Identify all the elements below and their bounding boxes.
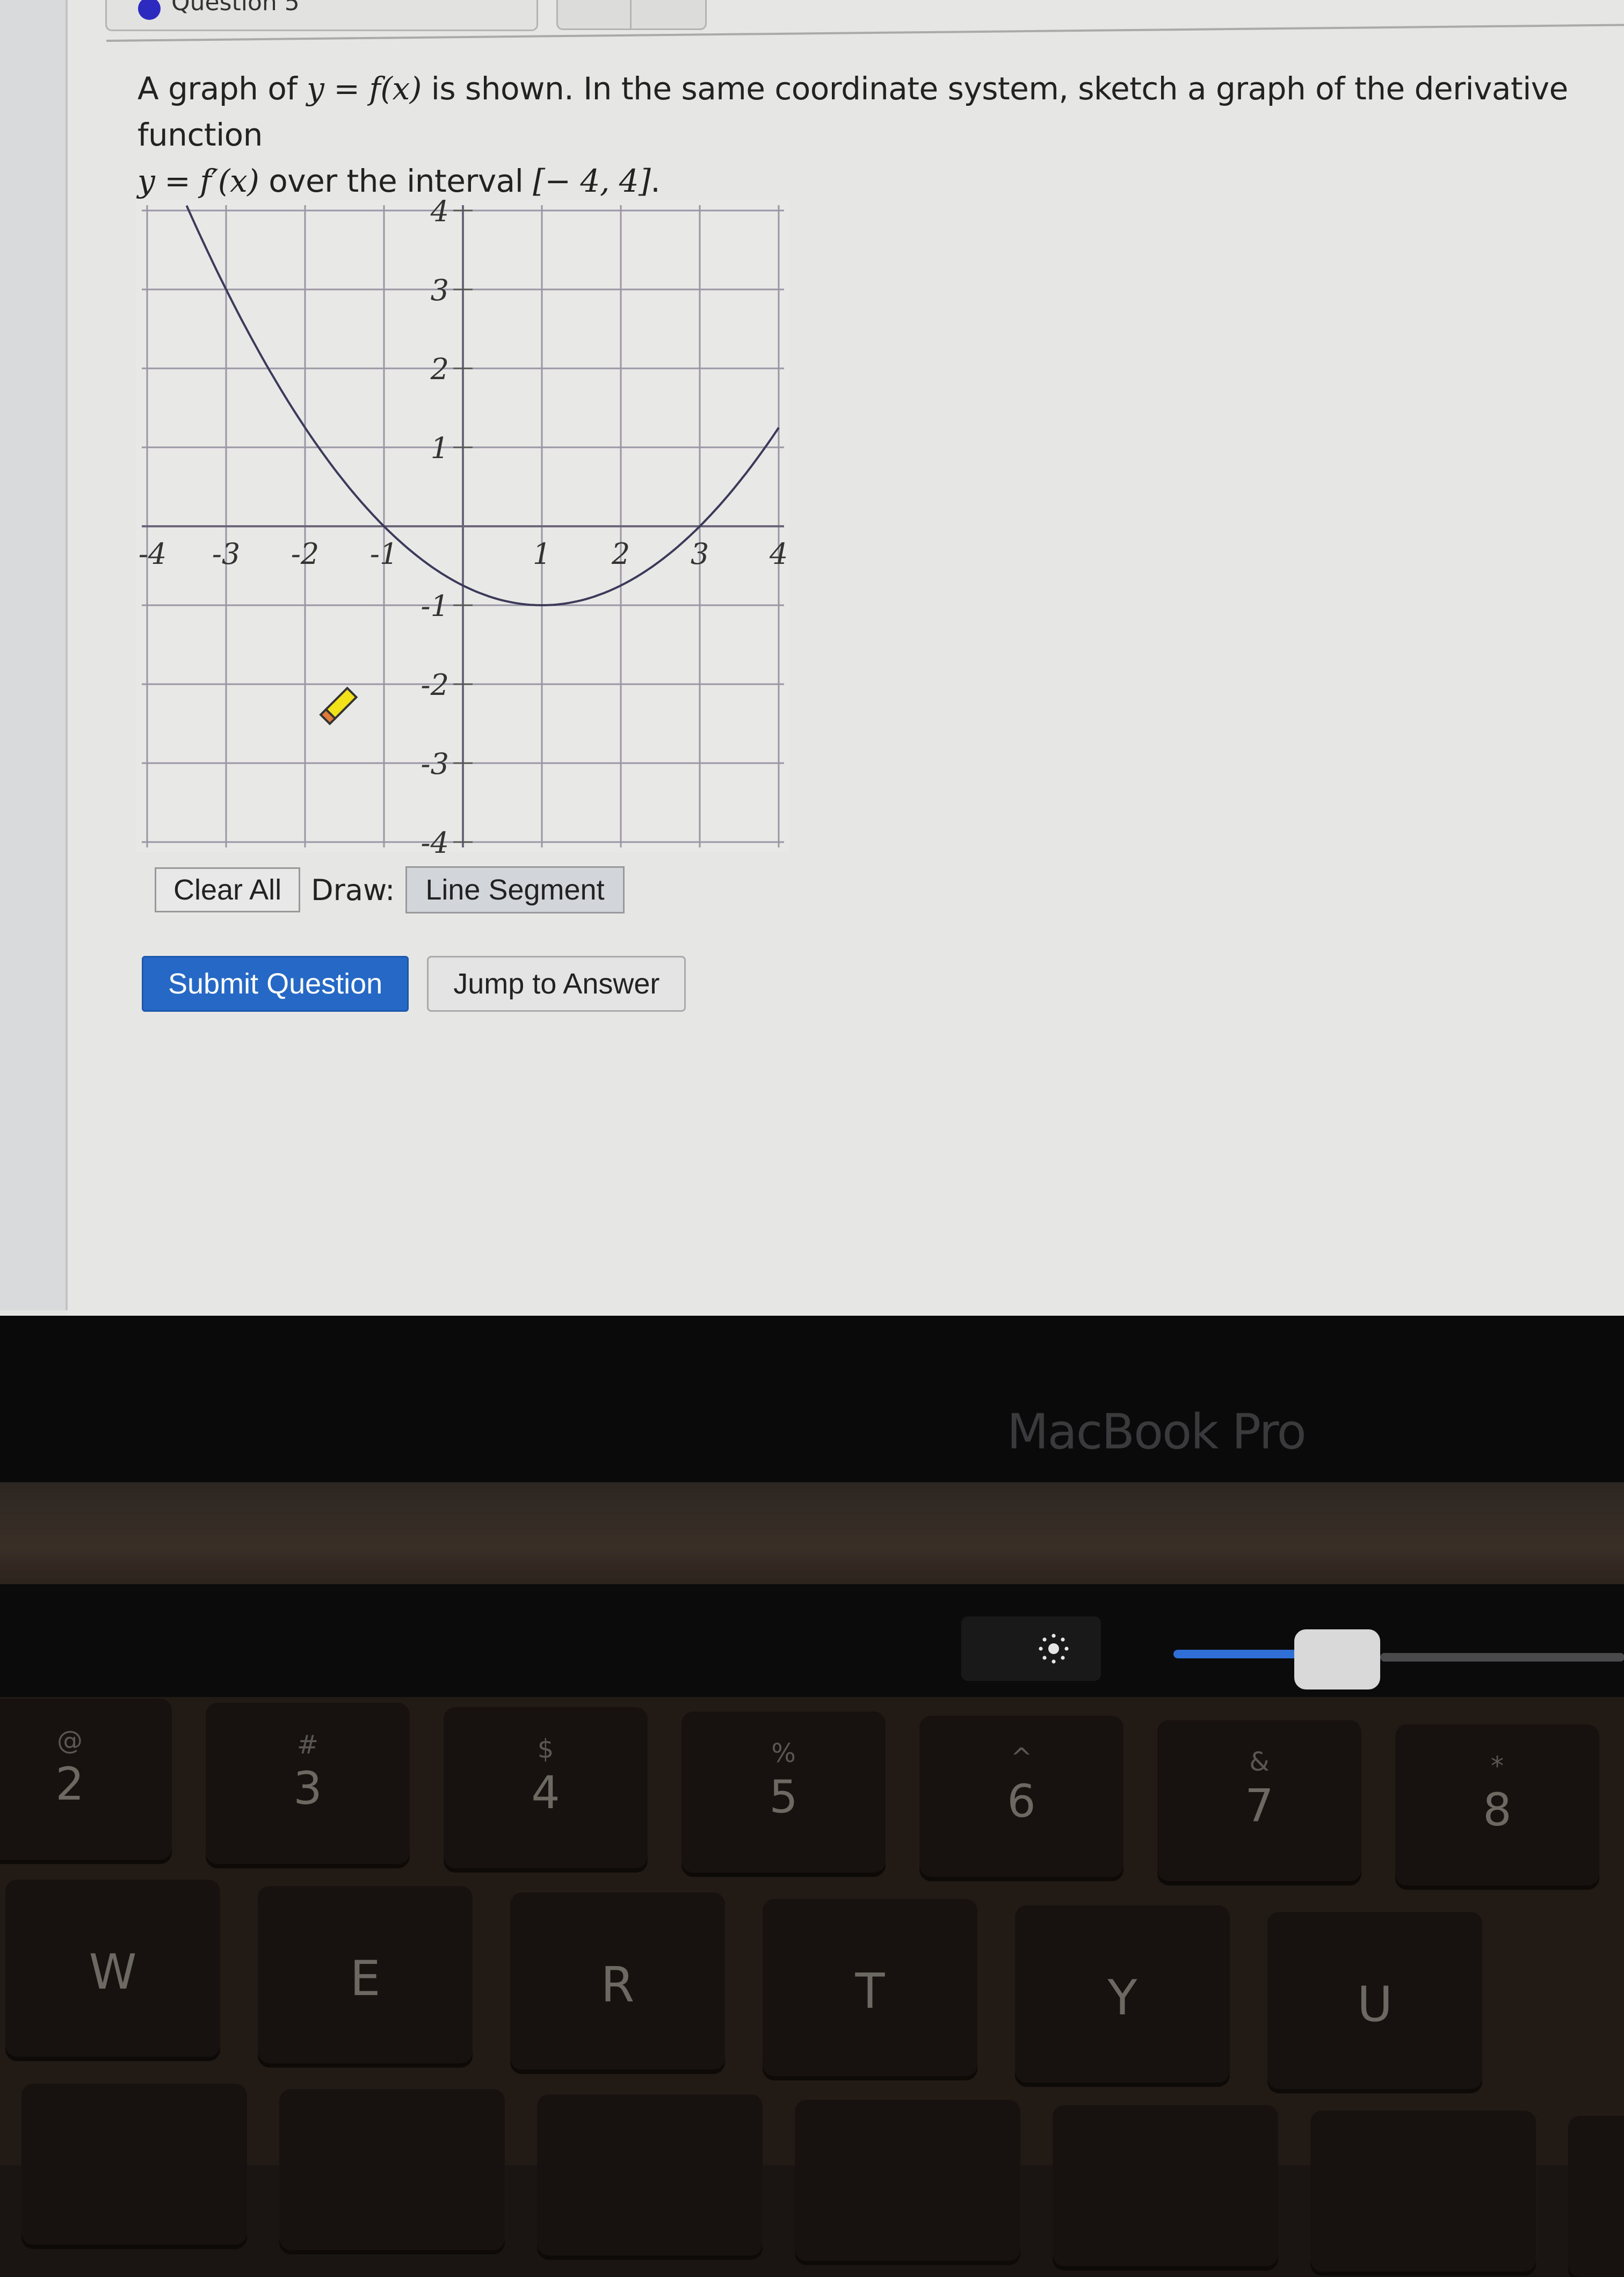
key-symbol: * <box>1491 1751 1504 1781</box>
key-label: T <box>855 1963 885 2020</box>
key-2[interactable]: @2 <box>0 1699 172 1860</box>
x-tick-label: -1 <box>370 537 398 571</box>
graph-canvas[interactable]: -4 -3 -2 -1 1 2 3 4 4 3 2 1 -1 -2 -3 -4 <box>136 200 789 853</box>
key-symbol: % <box>771 1738 796 1768</box>
brightness-slider[interactable] <box>1173 1629 1624 1689</box>
brightness-icon <box>1039 1634 1069 1664</box>
key-label: 3 <box>293 1762 322 1815</box>
key[interactable] <box>1568 2116 1624 2277</box>
x-tick-label: 3 <box>691 537 709 571</box>
x-tick-label: 2 <box>611 537 630 571</box>
brightness-slider-thumb[interactable] <box>1294 1629 1380 1689</box>
prompt-text: A graph of <box>137 70 307 107</box>
prompt-text: . <box>650 163 661 199</box>
key-symbol: $ <box>537 1734 554 1764</box>
question-status-icon <box>138 0 161 20</box>
x-tick-label: -4 <box>139 537 167 571</box>
y-tick-label: -2 <box>421 668 449 702</box>
key[interactable] <box>1310 2111 1536 2272</box>
key-label: Y <box>1107 1970 1137 2026</box>
y-tick-label: 1 <box>431 431 449 465</box>
y-tick-label: -4 <box>421 826 449 853</box>
clear-all-button[interactable]: Clear All <box>155 867 301 912</box>
prompt-text: over the interval <box>259 163 533 199</box>
key[interactable] <box>537 2094 763 2256</box>
key-t[interactable]: T <box>763 1899 977 2076</box>
key-u[interactable]: U <box>1267 1912 1482 2089</box>
x-tick-label: -3 <box>212 537 241 571</box>
graph-toolbar: Clear All Draw: Line Segment <box>155 866 625 914</box>
key-7[interactable]: & 7 <box>1157 1720 1361 1881</box>
y-tick-label: -1 <box>421 589 449 623</box>
keyboard: @2 #3 $4% 5 ^ 6 & 7 * 8 W E R T Y U <box>0 1697 1624 2277</box>
submit-question-button[interactable]: Submit Question <box>142 956 409 1012</box>
key-w[interactable]: W <box>5 1880 220 2057</box>
key-4[interactable]: $4 <box>444 1707 648 1868</box>
key-label: 6 <box>1007 1775 1036 1828</box>
key[interactable] <box>21 2084 247 2245</box>
brightness-button[interactable] <box>961 1616 1101 1681</box>
key[interactable] <box>795 2100 1020 2261</box>
jump-to-answer-button[interactable]: Jump to Answer <box>427 956 686 1012</box>
brand-label: MacBook Pro <box>1007 1404 1307 1460</box>
key-label: E <box>350 1950 381 2007</box>
prompt-math-interval: [− 4, 4] <box>533 163 651 199</box>
brightness-slider-track <box>1380 1653 1624 1662</box>
key-y[interactable]: Y <box>1015 1905 1230 2083</box>
question-tab[interactable]: Question 5 <box>105 0 538 31</box>
brightness-slider-fill <box>1173 1650 1300 1658</box>
key-label: 8 <box>1483 1783 1512 1836</box>
question-actions: Submit Question Jump to Answer <box>142 956 686 1012</box>
key-8[interactable]: * 8 <box>1395 1724 1599 1886</box>
hinge <box>0 1482 1624 1590</box>
key-r[interactable]: R <box>510 1892 725 2070</box>
key-e[interactable]: E <box>258 1886 473 2063</box>
key-label: 4 <box>531 1766 560 1819</box>
prompt-math-fx: y = f(x) <box>307 70 422 107</box>
key-label: 2 <box>55 1758 84 1810</box>
key-symbol: @ <box>57 1725 83 1756</box>
line-segment-tool-button[interactable]: Line Segment <box>405 866 625 913</box>
x-tick-label: 1 <box>533 537 551 571</box>
screen-bezel <box>0 1316 1624 1504</box>
y-tick-label: 2 <box>430 352 449 386</box>
key-symbol: # <box>296 1730 319 1760</box>
key-label: W <box>89 1944 137 2000</box>
key[interactable] <box>1053 2105 1278 2266</box>
key-symbol: & <box>1249 1747 1270 1777</box>
nav-divider <box>630 0 632 28</box>
x-tick-label: -2 <box>291 537 320 571</box>
key-3[interactable]: #3 <box>206 1703 410 1864</box>
x-tick-label: 4 <box>769 537 788 571</box>
question-tab-label: Question 5 <box>171 0 300 16</box>
prompt-math-fprime: y = f′(x) <box>137 163 259 199</box>
y-tick-label: -3 <box>421 747 449 781</box>
question-prompt: A graph of y = f(x) is shown. In the sam… <box>137 66 1609 204</box>
key-5[interactable]: % 5 <box>682 1712 886 1873</box>
laptop-screen: Question 5 A graph of y = f(x) is shown.… <box>0 0 1624 1326</box>
key-label: R <box>600 1957 635 2013</box>
question-nav-buttons <box>556 0 707 30</box>
left-sidebar <box>0 0 68 1310</box>
key-6[interactable]: ^ 6 <box>919 1716 1123 1877</box>
key-label: U <box>1357 1976 1393 2033</box>
y-tick-label: 4 <box>430 200 449 228</box>
key-label: 7 <box>1245 1779 1274 1832</box>
touch-bar <box>0 1584 1624 1697</box>
key[interactable] <box>279 2089 505 2250</box>
key-label: 5 <box>769 1771 798 1823</box>
draw-label: Draw: <box>311 873 395 907</box>
y-tick-label: 3 <box>431 273 449 307</box>
key-symbol: ^ <box>1010 1743 1033 1773</box>
